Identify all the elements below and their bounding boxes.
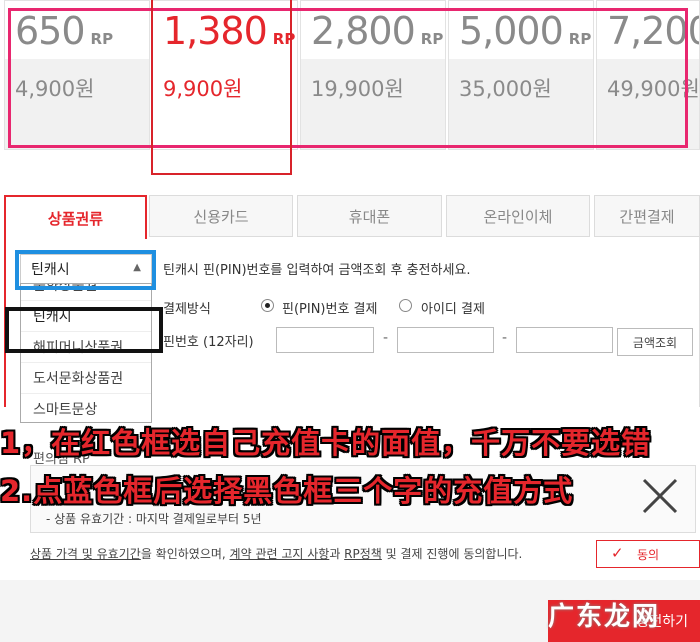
radio-pin-label: 핀(PIN)번호 결제	[282, 302, 378, 317]
tab-mobile[interactable]: 휴대폰	[297, 195, 442, 237]
agree-button[interactable]: ✓ 동의	[596, 540, 700, 568]
pin-dash: -	[502, 330, 508, 346]
blue-annotation-box	[15, 250, 156, 290]
pin-dash: -	[383, 330, 389, 346]
pin-description: 틴캐시 핀(PIN)번호를 입력하여 금액조회 후 충전하세요.	[163, 263, 471, 278]
pin-input-2[interactable]	[397, 327, 494, 353]
close-icon[interactable]	[640, 476, 680, 516]
agreement-text: 상품 가격 및 유효기간을 확인하였으며, 계약 관련 고지 사항과 RP정책 …	[30, 547, 523, 561]
tab-easy-pay[interactable]: 간편결제	[594, 195, 700, 237]
link-contract-notice[interactable]: 계약 관련 고지 사항	[230, 547, 330, 561]
giftcard-type-options: 문화상품권 틴캐시 해피머니상품권 도서문화상품권 스마트문상	[20, 283, 152, 423]
pin-input-1[interactable]	[276, 327, 374, 353]
tab-credit-card[interactable]: 신용카드	[149, 195, 293, 237]
link-price-validity[interactable]: 상품 가격 및 유효기간	[30, 547, 141, 561]
watermark-logo: 广东龙网	[548, 602, 661, 632]
pin-number-label: 핀번호 (12자리)	[163, 335, 254, 350]
check-icon: ✓	[611, 544, 624, 562]
annotation-line-2: 2.点蓝色框后选择黑色框三个字的充值方式	[0, 474, 574, 508]
tab-bank-transfer[interactable]: 온라인이체	[446, 195, 590, 237]
black-annotation-box	[5, 307, 163, 353]
red-annotation-box	[151, 0, 292, 175]
option-book-giftcard[interactable]: 도서문화상품권	[21, 363, 151, 394]
validity-text: - 상품 유효기간 : 마지막 결제일로부터 5년	[46, 512, 262, 526]
radio-id-label: 아이디 결제	[421, 302, 485, 317]
annotation-line-1: 1，在红色框选自己充值卡的面值，千万不要选错	[0, 426, 652, 460]
payment-tabs: 상품권류 신용카드 휴대폰 온라인이체 간편결제	[0, 195, 700, 239]
radio-pin-payment[interactable]	[261, 299, 274, 312]
amount-query-button[interactable]: 금액조회	[617, 328, 693, 356]
option-smart-munsang[interactable]: 스마트문상	[21, 394, 151, 422]
payment-method-label: 결제방식	[163, 302, 211, 317]
link-rp-policy[interactable]: RP정책	[344, 547, 382, 561]
radio-id-payment[interactable]	[399, 299, 412, 312]
pin-input-3[interactable]	[516, 327, 613, 353]
pink-annotation-box	[8, 8, 688, 148]
tab-gift-card[interactable]: 상품권류	[4, 195, 147, 239]
